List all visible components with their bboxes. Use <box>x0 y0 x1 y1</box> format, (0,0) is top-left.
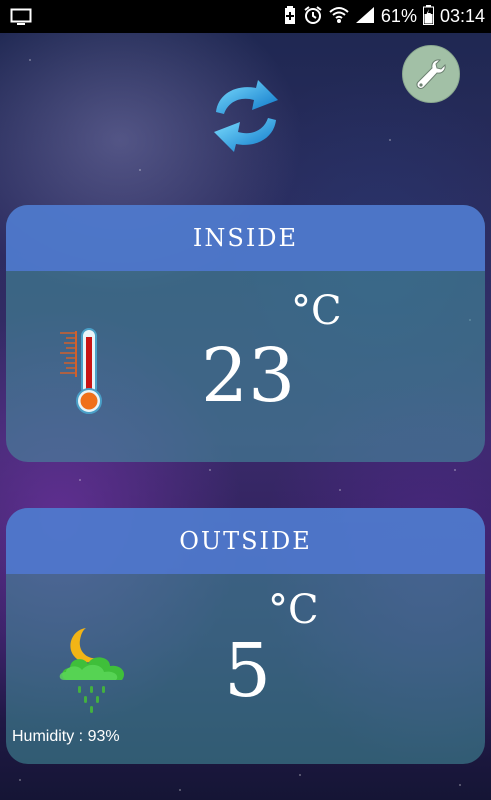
wifi-icon <box>329 6 349 28</box>
inside-temperature: 23 <box>201 333 296 419</box>
thermometer-icon <box>54 327 110 421</box>
status-bar: 61% 03:14 <box>0 0 491 33</box>
refresh-button[interactable] <box>208 78 284 154</box>
outside-unit: °C <box>268 587 319 633</box>
settings-button[interactable] <box>402 45 460 103</box>
battery-percent: 61% <box>380 6 417 26</box>
alarm-icon <box>303 5 323 29</box>
refresh-icon <box>214 80 278 152</box>
screen-icon <box>10 8 32 30</box>
inside-card: INSIDE °C 23 <box>6 205 485 462</box>
outside-card-body: °C 5 Humidity : 93% <box>6 574 485 764</box>
clock: 03:14 <box>439 6 485 26</box>
outside-title: OUTSIDE <box>6 508 485 574</box>
wrench-icon <box>416 59 446 89</box>
signal-icon <box>355 6 375 28</box>
outside-card: OUTSIDE °C 5 Humidity : 93% <box>6 508 485 764</box>
humidity-label: Humidity : 93% <box>12 728 120 745</box>
night-cloud-rain-icon <box>58 622 138 718</box>
battery-saver-icon <box>283 5 297 29</box>
inside-card-body: °C 23 <box>6 271 485 462</box>
battery-icon <box>422 4 434 29</box>
inside-unit: °C <box>291 288 342 334</box>
inside-title: INSIDE <box>6 205 485 271</box>
outside-temperature: 5 <box>224 628 272 714</box>
